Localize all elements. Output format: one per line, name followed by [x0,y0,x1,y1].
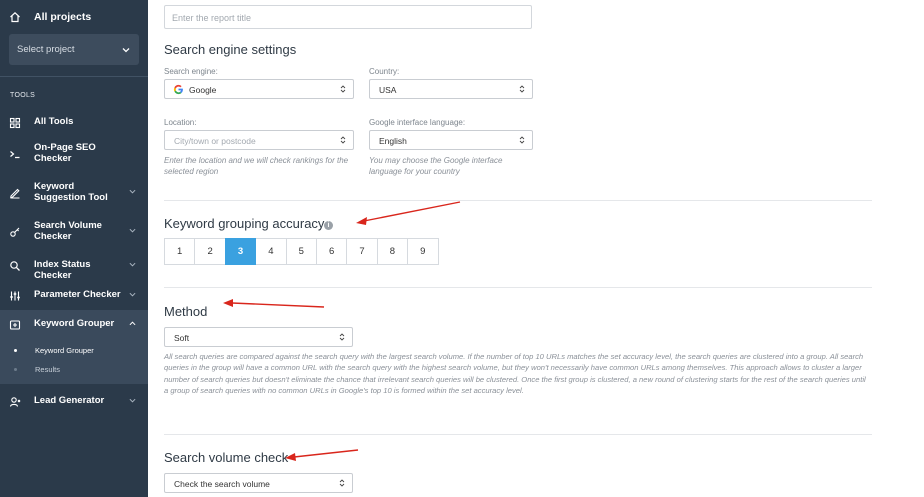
country-value: USA [379,85,397,95]
search-engine-settings-heading: Search engine settings [164,42,297,57]
language-select[interactable]: English [369,130,533,150]
section-divider [164,200,872,201]
accuracy-option-2[interactable]: 2 [194,238,226,265]
select-arrows-icon [519,136,525,144]
sidebar-item-all-tools[interactable]: All Tools [0,116,148,130]
sidebar-item-keyword-grouper[interactable]: Keyword Grouper [0,318,148,332]
sidebar-item-label: Index Status Checker [34,259,91,281]
country-label: Country: [369,67,400,76]
section-divider [164,434,872,435]
sidebar-item-keyword-suggestion-tool[interactable]: Keyword Suggestion Tool [0,181,148,205]
chevron-down-icon [129,292,136,297]
search-icon [10,261,20,271]
tools-section-label: TOOLS [10,92,36,99]
language-label: Google interface language: [369,118,466,127]
sidebar: All projects Select project TOOLS All To… [0,0,148,497]
accuracy-option-4[interactable]: 4 [255,238,287,265]
sidebar-item-search-volume-checker[interactable]: Search Volume Checker [0,220,148,244]
google-icon [173,84,183,95]
chevron-up-icon [129,321,136,326]
sidebar-subitem-results[interactable]: Results [0,364,148,376]
grid-icon [9,117,21,129]
bullet-dot [14,349,17,352]
accuracy-option-5[interactable]: 5 [285,238,317,265]
method-value: Soft [174,333,190,343]
search-engine-value: Google [189,85,217,95]
pencil-icon [10,188,20,199]
search-engine-label: Search engine: [164,67,218,76]
sidebar-item-label: On-Page SEO Checker [34,142,96,164]
language-hint: You may choose the Google interface lang… [369,156,503,176]
select-arrows-icon [340,85,346,93]
search-engine-select[interactable]: Google [164,79,354,99]
sidebar-subitem-label: Results [35,365,61,374]
sidebar-item-lead-generator[interactable]: Lead Generator [0,395,148,409]
method-description: All search queries are compared against … [164,352,866,395]
project-select[interactable]: Select project [9,34,139,65]
home-icon [10,11,20,23]
search-volume-value: Check the search volume [174,479,270,489]
grouper-icon [9,320,21,330]
annotation-arrow [223,299,325,308]
sidebar-item-index-status-checker[interactable]: Index Status Checker [0,259,148,281]
annotation-arrow [285,449,359,461]
bullet-dot [14,368,17,371]
all-projects-label: All projects [34,11,92,23]
accuracy-option-7[interactable]: 7 [346,238,378,265]
all-projects-link[interactable]: All projects [0,0,148,34]
method-select[interactable]: Soft [164,327,353,347]
search-volume-select[interactable]: Check the search volume [164,473,353,493]
chevron-down-icon [129,262,136,267]
chevron-down-icon [122,48,130,53]
sidebar-item-label: Parameter Checker [34,289,121,300]
sidebar-item-label: All Tools [34,116,74,127]
accuracy-heading: Keyword grouping accuracy [164,216,325,231]
accuracy-option-6[interactable]: 6 [315,238,348,265]
select-arrows-icon [519,85,525,93]
annotation-arrow [356,201,461,225]
select-arrows-icon [339,333,345,341]
method-heading: Method [164,304,208,319]
report-title-input[interactable]: Enter the report title [164,5,532,29]
chevron-down-icon [129,398,136,403]
main-content: Enter the report title Search engine set… [148,0,924,497]
key-icon [10,227,20,237]
sliders-icon [10,291,20,301]
chevron-down-icon [129,228,136,233]
location-label: Location: [164,118,197,127]
select-arrows-icon [340,136,346,144]
section-divider [164,287,872,288]
country-select[interactable]: USA [369,79,533,99]
terminal-icon [10,151,20,159]
select-arrows-icon [339,479,345,487]
sidebar-item-on-page-seo-checker[interactable]: On-Page SEO Checker [0,142,148,166]
sidebar-item-label: Search Volume Checker [34,220,102,242]
accuracy-option-1[interactable]: 1 [164,238,196,265]
info-icon[interactable]: i [324,221,333,230]
chevron-down-icon [129,189,136,194]
accuracy-option-9[interactable]: 9 [407,238,439,265]
project-select-value: Select project [17,44,75,55]
accuracy-selector: 1 2 3 4 5 6 7 8 9 [164,238,439,265]
sidebar-item-label: Lead Generator [34,395,105,406]
sidebar-item-label: Keyword Grouper [34,318,115,329]
sidebar-divider [0,76,148,77]
user-icon [9,397,21,407]
sidebar-subitem-label: Keyword Grouper [35,346,94,355]
location-select[interactable]: City/town or postcode [164,130,354,150]
location-placeholder: City/town or postcode [174,136,256,146]
accuracy-option-8[interactable]: 8 [376,238,409,265]
accuracy-option-3[interactable]: 3 [224,238,257,265]
sidebar-subitem-keyword-grouper[interactable]: Keyword Grouper [0,345,148,357]
search-volume-heading: Search volume check [164,450,289,465]
language-value: English [379,136,407,146]
sidebar-item-label: Keyword Suggestion Tool [34,181,108,203]
sidebar-item-parameter-checker[interactable]: Parameter Checker [0,289,148,303]
location-hint: Enter the location and we will check ran… [164,156,349,176]
report-title-placeholder: Enter the report title [172,13,252,23]
